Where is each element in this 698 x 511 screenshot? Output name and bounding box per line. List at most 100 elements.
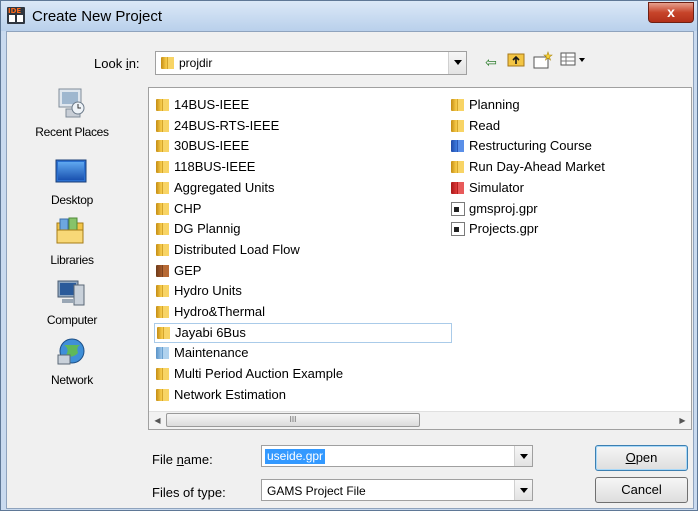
look-in-combo[interactable]: projdir xyxy=(155,51,467,75)
folder-item[interactable]: Run Day-Ahead Market xyxy=(449,157,649,177)
dialog-body: Look in: projdir ⇦ Recent Places Desktop xyxy=(6,31,694,509)
folder-item[interactable]: GEP xyxy=(154,261,452,281)
folder-item[interactable]: Multi Period Auction Example xyxy=(154,364,452,384)
folder-item[interactable]: CHP xyxy=(154,199,452,219)
folder-icon xyxy=(451,181,465,195)
chevron-down-icon[interactable] xyxy=(514,480,532,500)
desktop-icon xyxy=(55,159,87,183)
folder-icon xyxy=(156,305,170,319)
folder-item[interactable]: 118BUS-IEEE xyxy=(154,157,452,177)
file-item[interactable]: gmsproj.gpr xyxy=(449,199,649,219)
folder-item[interactable]: Planning xyxy=(449,95,649,115)
folder-item[interactable]: DG Plannig xyxy=(154,219,452,239)
item-name: Projects.gpr xyxy=(469,221,539,237)
place-label: Recent Places xyxy=(35,125,109,139)
dialog-window: IDE Create New Project x Look in: projdi… xyxy=(0,0,698,511)
item-name: Maintenance xyxy=(174,345,249,361)
place-network[interactable]: Network xyxy=(16,335,128,397)
app-icon-text: IDE xyxy=(8,7,22,15)
file-list[interactable]: 14BUS-IEEE 24BUS-RTS-IEEE 30BUS-IEEE 118BUS… xyxy=(148,87,692,430)
item-name: 30BUS-IEEE xyxy=(174,138,250,154)
scroll-left-icon[interactable]: ◀ xyxy=(149,412,166,429)
file-name-value[interactable]: useide.gpr xyxy=(265,449,326,464)
folder-icon xyxy=(156,346,170,360)
folder-item[interactable]: Network Estimation xyxy=(154,385,452,405)
folder-item[interactable]: Read xyxy=(449,116,649,136)
place-label: Computer xyxy=(46,313,98,327)
folder-item[interactable]: Distributed Load Flow xyxy=(154,240,452,260)
close-icon: x xyxy=(667,4,675,20)
chevron-down-icon[interactable] xyxy=(514,446,532,466)
places-bar: Recent Places Desktop Libraries Computer… xyxy=(16,85,128,455)
libraries-icon xyxy=(56,217,84,244)
folder-icon xyxy=(156,222,170,236)
up-folder-icon[interactable] xyxy=(506,51,526,73)
recent-places-icon xyxy=(58,88,85,118)
close-button[interactable]: x xyxy=(648,2,694,23)
folder-icon xyxy=(157,326,171,340)
place-recent-places[interactable]: Recent Places xyxy=(16,85,128,147)
folder-item[interactable]: 24BUS-RTS-IEEE xyxy=(154,116,452,136)
folder-icon xyxy=(451,119,465,133)
folder-item[interactable]: 14BUS-IEEE xyxy=(154,95,452,115)
scrollbar-thumb[interactable]: III xyxy=(166,413,420,427)
scroll-right-icon[interactable]: ▶ xyxy=(674,412,691,429)
item-name: Read xyxy=(469,117,501,133)
new-folder-icon[interactable] xyxy=(532,51,554,73)
folder-item[interactable]: Maintenance xyxy=(154,343,452,363)
file-type-combo[interactable]: GAMS Project File xyxy=(261,479,533,501)
folder-item[interactable]: Hydro&Thermal xyxy=(154,302,452,322)
place-computer[interactable]: Computer xyxy=(16,275,128,337)
folder-icon xyxy=(156,367,170,381)
file-name-combo[interactable]: useide.gpr xyxy=(261,445,533,467)
folder-icon xyxy=(451,160,465,174)
folder-icon xyxy=(161,56,175,70)
folder-item[interactable]: Aggregated Units xyxy=(154,178,452,198)
window-title: Create New Project xyxy=(32,8,163,25)
item-name: Multi Period Auction Example xyxy=(174,366,344,382)
view-menu-icon[interactable] xyxy=(559,51,589,73)
item-name: Hydro Units xyxy=(174,283,242,299)
folder-item[interactable]: Simulator xyxy=(449,178,649,198)
folder-icon xyxy=(156,284,170,298)
look-in-value: projdir xyxy=(179,56,213,70)
place-label: Desktop xyxy=(51,193,93,207)
network-icon xyxy=(57,338,85,365)
cancel-button[interactable]: Cancel xyxy=(595,477,688,503)
item-name: 24BUS-RTS-IEEE xyxy=(174,117,280,133)
item-name: Distributed Load Flow xyxy=(174,241,300,257)
folder-item[interactable]: Jayabi 6Bus xyxy=(154,322,452,343)
folder-icon xyxy=(156,160,170,174)
file-item[interactable]: Projects.gpr xyxy=(449,219,649,239)
folder-icon xyxy=(156,119,170,133)
title-bar: IDE Create New Project x xyxy=(1,1,697,31)
item-name: 118BUS-IEEE xyxy=(174,159,256,175)
item-name: Network Estimation xyxy=(174,386,286,402)
file-type-value: GAMS Project File xyxy=(267,484,366,498)
place-desktop[interactable]: Desktop xyxy=(16,155,128,217)
item-name: CHP xyxy=(174,200,202,216)
computer-icon xyxy=(57,280,85,306)
item-name: gmsproj.gpr xyxy=(469,200,538,216)
open-button[interactable]: Open xyxy=(595,445,688,471)
item-name: GEP xyxy=(174,262,202,278)
item-name: Run Day-Ahead Market xyxy=(469,159,605,175)
item-name: Hydro&Thermal xyxy=(174,304,266,319)
horizontal-scrollbar[interactable]: ◀ III ▶ xyxy=(149,411,691,429)
folder-item[interactable]: 30BUS-IEEE xyxy=(154,136,452,156)
folder-item[interactable]: Hydro Units xyxy=(154,281,452,301)
folder-icon xyxy=(156,181,170,195)
chevron-down-icon[interactable] xyxy=(448,52,466,74)
folder-icon xyxy=(156,139,170,153)
folder-icon xyxy=(451,98,465,112)
folder-icon xyxy=(451,139,465,153)
file-name-label: File name: xyxy=(152,452,213,467)
file-icon xyxy=(451,201,465,216)
folder-icon xyxy=(156,98,170,112)
folder-icon xyxy=(156,202,170,216)
folder-item[interactable]: Restructuring Course xyxy=(449,136,649,156)
back-arrow-icon[interactable]: ⇦ xyxy=(482,51,500,73)
place-libraries[interactable]: Libraries xyxy=(16,215,128,277)
item-name: Simulator xyxy=(469,179,524,195)
folder-icon xyxy=(156,388,170,402)
